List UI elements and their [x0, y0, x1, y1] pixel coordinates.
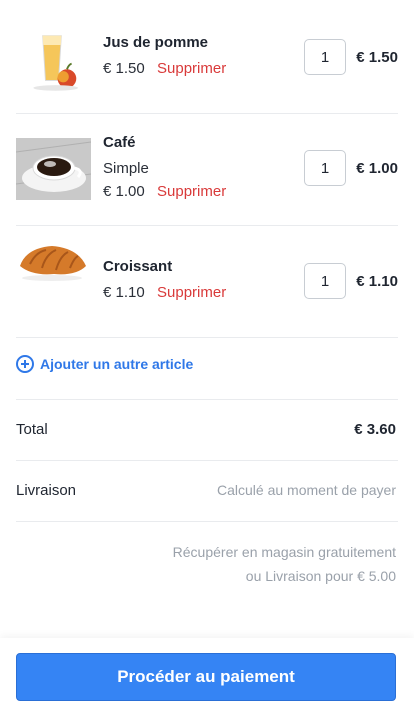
- remove-button[interactable]: Supprimer: [157, 284, 226, 301]
- line-total: € 1.00: [356, 160, 398, 177]
- cart-item: Croissant € 1.10 Supprimer € 1.10: [16, 226, 398, 338]
- quantity-input[interactable]: [304, 263, 346, 299]
- line-total: € 1.10: [356, 273, 398, 290]
- cart-item: Café Simple € 1.00 Supprimer € 1.00: [16, 114, 398, 226]
- croissant-icon: [16, 226, 91, 288]
- add-item-link[interactable]: Ajouter un autre article: [16, 355, 193, 373]
- delivery-label: Livraison: [16, 482, 77, 499]
- checkout-footer: Procéder au paiement: [0, 638, 414, 715]
- delivery-value: Calculé au moment de payer: [217, 482, 396, 498]
- cart-item: Jus de pomme € 1.50 Supprimer € 1.50: [16, 2, 398, 114]
- add-item-label: Ajouter un autre article: [40, 356, 194, 372]
- quantity-input[interactable]: [304, 39, 346, 75]
- item-price: € 1.50: [103, 60, 145, 77]
- total-row: Total € 3.60: [16, 399, 398, 460]
- item-name: Jus de pomme: [103, 34, 209, 51]
- total-value: € 3.60: [354, 421, 396, 438]
- item-name: Café: [103, 134, 136, 151]
- item-price: € 1.00: [103, 183, 145, 200]
- line-total: € 1.50: [356, 49, 398, 66]
- item-name: Croissant: [103, 258, 173, 275]
- apple-juice-icon: [24, 30, 90, 94]
- divider: [16, 521, 398, 522]
- coffee-cup-icon: [16, 138, 91, 200]
- item-price: € 1.10: [103, 284, 145, 301]
- delivery-row: Livraison Calculé au moment de payer: [16, 460, 398, 521]
- remove-button[interactable]: Supprimer: [157, 183, 226, 200]
- remove-button[interactable]: Supprimer: [157, 60, 226, 77]
- total-label: Total: [16, 421, 48, 438]
- pickup-note: Récupérer en magasin gratuitement ou Liv…: [172, 544, 396, 584]
- checkout-button[interactable]: Procéder au paiement: [16, 653, 396, 701]
- plus-circle-icon: [16, 355, 34, 373]
- quantity-input[interactable]: [304, 150, 346, 186]
- item-variant: Simple: [103, 160, 149, 177]
